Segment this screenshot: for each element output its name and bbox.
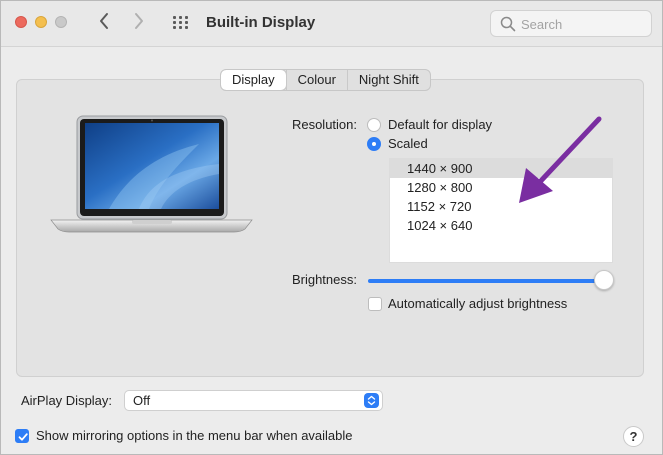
search-input[interactable] [521,15,646,33]
updown-chevron-icon [364,393,379,408]
scaled-radio[interactable] [367,137,381,151]
airplay-display-value: Off [133,393,151,408]
search-field[interactable] [490,10,652,37]
tab-colour[interactable]: Colour [285,70,347,90]
default-for-display-radio[interactable] [367,118,381,132]
macbook-display-illustration [50,115,253,233]
back-chevron-icon[interactable] [98,11,110,36]
airplay-display-label: AirPlay Display: [21,393,113,408]
resolution-option-1024x640[interactable]: 1024 × 640 [390,216,612,235]
brightness-label: Brightness: [291,272,357,287]
show-mirroring-checkbox[interactable] [15,429,29,443]
show-mirroring-label[interactable]: Show mirroring options in the menu bar w… [36,428,353,443]
brightness-slider-track[interactable] [368,279,604,283]
auto-brightness-label[interactable]: Automatically adjust brightness [388,296,567,311]
tab-bar: Display Colour Night Shift [220,69,431,91]
forward-chevron-icon[interactable] [133,11,145,36]
system-preferences-window: Built-in Display Display Colour Night Sh… [0,0,663,455]
airplay-display-select[interactable]: Off [124,390,383,411]
show-all-grid-icon[interactable] [173,16,189,30]
close-window-button[interactable] [15,16,27,28]
window-title: Built-in Display [206,14,316,31]
help-button[interactable]: ? [623,426,644,447]
auto-brightness-checkbox[interactable] [368,297,382,311]
annotation-arrow-icon [519,116,602,203]
title-bar: Built-in Display [1,1,662,47]
tab-display[interactable]: Display [221,70,286,90]
resolution-label: Resolution: [291,117,357,132]
tab-night-shift[interactable]: Night Shift [346,70,430,90]
scaled-label[interactable]: Scaled [388,136,428,151]
search-icon [500,16,516,32]
zoom-window-button[interactable] [55,16,67,28]
minimize-window-button[interactable] [35,16,47,28]
checkmark-icon [18,433,28,441]
brightness-slider-knob[interactable] [594,270,614,290]
default-for-display-label[interactable]: Default for display [388,117,492,132]
